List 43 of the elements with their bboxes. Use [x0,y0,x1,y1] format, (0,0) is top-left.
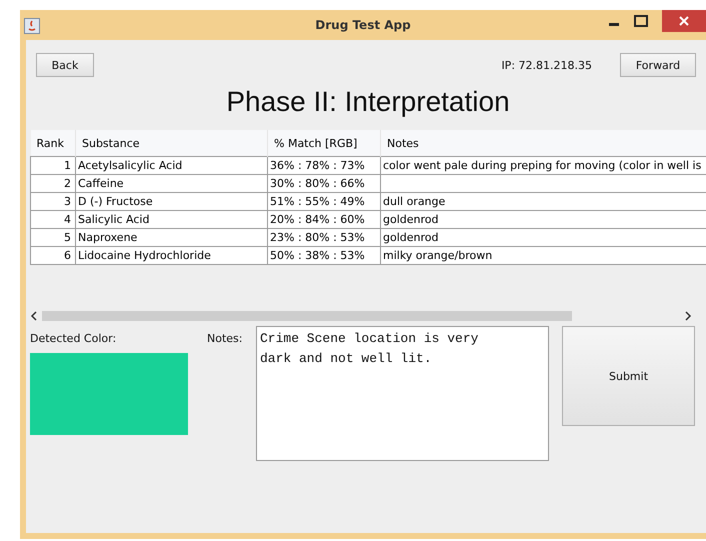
close-button[interactable] [662,10,706,32]
scroll-right-icon[interactable] [684,311,692,321]
back-button[interactable]: Back [36,53,94,77]
table-cell: milky orange/brown [383,249,492,262]
table-cell: Naproxene [76,228,268,246]
table-cell: Salicylic Acid [76,210,268,228]
table-cell: 50% : 38% : 53% [268,246,380,264]
table-cell: 36% : 78% : 73% [268,156,380,174]
table-cell: 20% : 84% : 60% [268,210,380,228]
table-cell: Acetylsalicylic Acid [76,156,268,174]
submit-button[interactable]: Submit [562,326,695,426]
table-cell: 23% : 80% : 53% [268,228,380,246]
column-header[interactable]: Rank [30,130,76,156]
table-cell: 5 [30,228,76,246]
page-heading: Phase II: Interpretation [225,86,511,118]
table-cell: goldenrod [383,231,438,244]
column-header[interactable]: Notes [380,130,706,156]
notes-field[interactable]: Crime Scene location is very dark and not well lit. [256,326,549,461]
column-header[interactable]: % Match [RGB] [268,130,380,156]
table-cell: 30% : 80% : 66% [268,174,380,192]
table-cell: 51% : 55% : 49% [268,192,380,210]
table-cell: 2 [30,174,76,192]
table-cell: goldenrod [383,213,438,226]
forward-button[interactable]: Forward [620,53,696,77]
app-icon [24,18,40,34]
table-cell: Lidocaine Hydrochloride [76,246,268,264]
table-cell: 6 [30,246,76,264]
scroll-left-icon[interactable] [30,311,38,321]
table-cell: dull orange [383,195,446,208]
table-cell: color went pale during preping for moving (color in well is [383,159,702,172]
column-header[interactable]: Substance [76,130,268,156]
table-cell: 1 [30,156,76,174]
detected-color-label: Detected Color: [30,332,118,345]
scrollbar-thumb[interactable] [42,311,572,321]
table-cell: Caffeine [76,174,268,192]
notes-label: Notes: [207,332,244,345]
table-cell: 3 [30,192,76,210]
ip-address: IP: 72.81.218.35 [501,58,592,72]
maximize-icon[interactable] [634,15,648,27]
close-icon[interactable] [678,15,690,27]
table-cell: D (-) Fructose [76,192,268,210]
window-title: Drug Test App [315,18,411,32]
table-cell: 4 [30,210,76,228]
